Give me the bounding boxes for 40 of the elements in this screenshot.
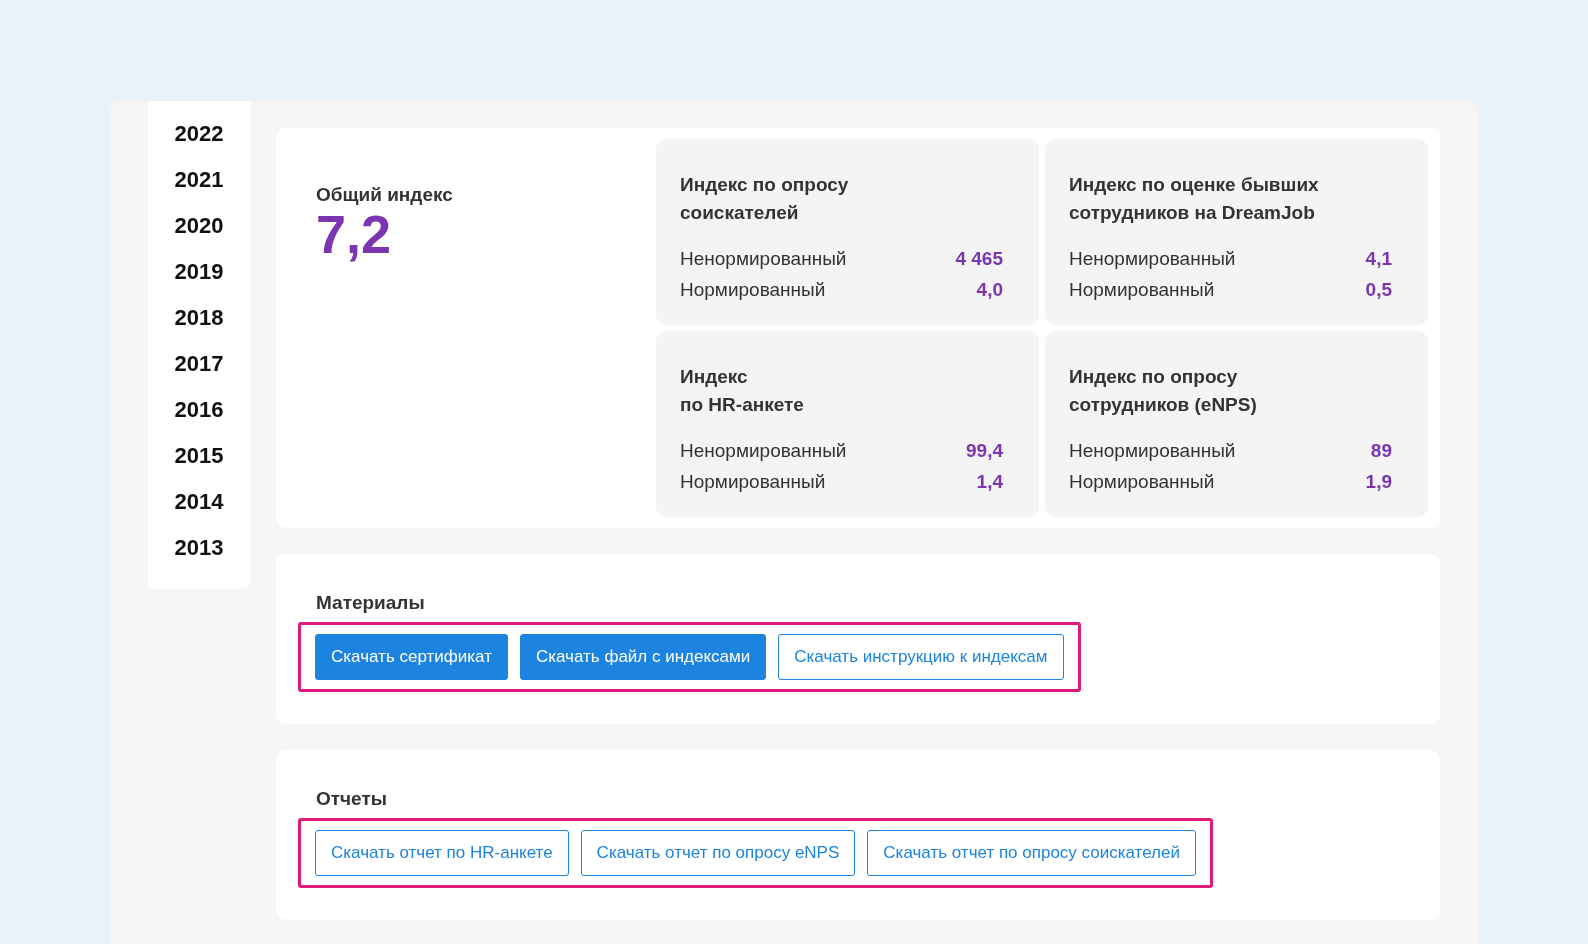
download-button[interactable]: Скачать сертификат <box>315 634 508 680</box>
year-link[interactable]: 2022 <box>174 111 224 157</box>
year-link[interactable]: 2017 <box>174 341 224 387</box>
index-title: Индекс по опросу сотрудников (eNPS) <box>1069 365 1258 417</box>
metric-label: Нормированный <box>680 278 826 302</box>
metric-value: 4,0 <box>976 278 1003 302</box>
year-link[interactable]: 2019 <box>174 249 224 295</box>
year-link[interactable]: 2020 <box>174 203 224 249</box>
download-button[interactable]: Скачать инструкцию к индексам <box>778 634 1064 680</box>
year-link[interactable]: 2016 <box>174 387 224 433</box>
year-link[interactable]: 2013 <box>174 525 224 571</box>
metric-label: Нормированный <box>1069 470 1215 494</box>
metric-value: 4,1 <box>1365 247 1392 271</box>
section-title: Материалы <box>316 592 426 614</box>
download-button[interactable]: Скачать отчет по HR-анкете <box>315 830 569 876</box>
metric-value: 4 465 <box>955 247 1003 271</box>
metric-value: 1,9 <box>1365 470 1392 494</box>
metric-value: 99,4 <box>966 439 1003 463</box>
metric-label: Нормированный <box>680 470 826 494</box>
metric-label: Ненормированный <box>680 247 847 271</box>
metric-label: Нормированный <box>1069 278 1215 302</box>
section-title: Отчеты <box>316 788 388 810</box>
metric-value: 0,5 <box>1365 278 1392 302</box>
download-button[interactable]: Скачать отчет по опросу eNPS <box>580 830 856 876</box>
year-link[interactable]: 2018 <box>174 295 224 341</box>
download-button[interactable]: Скачать отчет по опросу соискателей <box>867 830 1196 876</box>
metric-value: 89 <box>1370 439 1392 463</box>
index-title: Индекс по опросу соискателей <box>680 173 850 225</box>
year-link[interactable]: 2014 <box>174 479 224 525</box>
year-link[interactable]: 2015 <box>174 433 224 479</box>
overall-index-label: Общий индекс <box>316 184 454 206</box>
year-link[interactable]: 2021 <box>174 157 224 203</box>
download-button[interactable]: Скачать файл с индексами <box>519 634 767 680</box>
metric-label: Ненормированный <box>1069 247 1236 271</box>
metric-label: Ненормированный <box>1069 439 1236 463</box>
metric-label: Ненормированный <box>680 439 847 463</box>
index-title: Индекс по HR-анкете <box>680 365 805 417</box>
index-title: Индекс по оценке бывших сотрудников на DreamJob <box>1069 173 1320 225</box>
overall-index-value: 7,2 <box>316 206 392 263</box>
metric-value: 1,4 <box>976 470 1003 494</box>
